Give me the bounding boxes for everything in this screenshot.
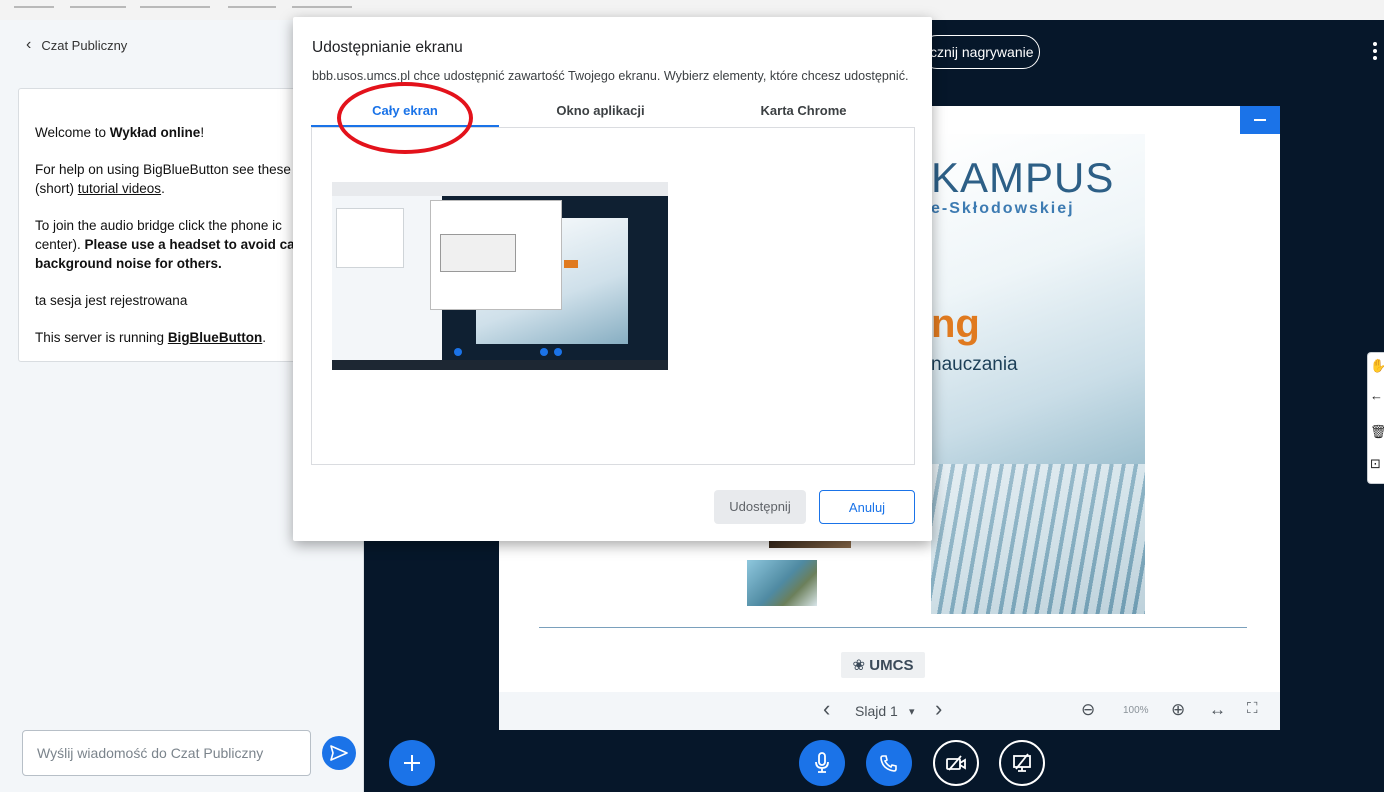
chat-title: Czat Publiczny: [41, 37, 128, 53]
annotation-circle: [337, 82, 473, 154]
slide-controls-bar: ‹ Slajd 1 ▾ › ⊖ 100% ⊕ ↔ ⛶: [499, 692, 1280, 730]
chevron-down-icon[interactable]: ▾: [909, 705, 915, 718]
umcs-logo: ❀ UMCS: [841, 652, 925, 678]
tab-application-window[interactable]: Okno aplikacji: [499, 103, 702, 118]
share-button[interactable]: Udostępnij: [714, 490, 806, 524]
zoom-in-button[interactable]: ⊕: [1171, 700, 1185, 720]
plus-icon: [404, 755, 420, 771]
fullscreen-button[interactable]: ⛶: [1247, 700, 1258, 717]
zoom-level: 100%: [1123, 705, 1149, 716]
screen-share-off-icon: [1013, 753, 1031, 772]
camera-off-icon: [946, 755, 966, 771]
prev-slide-button[interactable]: ‹: [823, 696, 830, 722]
bigbluebutton-link[interactable]: BigBlueButton: [168, 330, 262, 345]
trash-icon[interactable]: 🗑: [1370, 425, 1384, 439]
dialog-title: Udostępnianie ekranu: [312, 39, 463, 56]
slide-divider: [539, 627, 1247, 628]
tutorial-videos-link[interactable]: tutorial videos: [78, 181, 161, 196]
cancel-button[interactable]: Anuluj: [819, 490, 915, 524]
actions-button[interactable]: [389, 740, 435, 786]
chat-back-button[interactable]: ‹ Czat Publiczny: [26, 36, 127, 54]
whiteboard-toolbar: ✋ ← 🗑 ⊡: [1367, 352, 1384, 484]
phone-icon: [880, 755, 897, 772]
more-options-icon[interactable]: [1372, 42, 1378, 62]
hand-tool-icon[interactable]: ✋: [1370, 359, 1384, 373]
send-icon: [330, 745, 348, 761]
screen-preview-pane: [311, 128, 915, 465]
undo-icon[interactable]: ←: [1370, 389, 1384, 403]
leave-audio-button[interactable]: [866, 740, 912, 786]
microphone-icon: [815, 752, 829, 773]
multi-user-icon[interactable]: ⊡: [1370, 457, 1384, 471]
zoom-out-button[interactable]: ⊖: [1081, 700, 1095, 720]
fit-to-width-button[interactable]: ↔: [1209, 700, 1226, 720]
share-screen-button[interactable]: [999, 740, 1045, 786]
share-webcam-button[interactable]: [933, 740, 979, 786]
slide-selector[interactable]: Slajd 1: [855, 703, 898, 719]
dialog-subtitle: bbb.usos.umcs.pl chce udostępnić zawarto…: [312, 69, 909, 83]
screen-thumbnail[interactable]: [332, 182, 668, 370]
start-recording-button[interactable]: cznij nagrywanie: [920, 35, 1040, 69]
slide-photo: [747, 560, 817, 606]
tab-chrome-tab[interactable]: Karta Chrome: [702, 103, 905, 118]
slide-orange-text: ng: [931, 302, 980, 346]
chat-message-input[interactable]: Wyślij wiadomość do Czat Publiczny: [22, 730, 311, 776]
slide-caption: nauczania: [931, 354, 1018, 375]
chevron-left-icon: ‹: [26, 36, 32, 53]
slide-subheading: e-Skłodowskiej: [931, 200, 1075, 217]
send-button[interactable]: [322, 736, 356, 770]
mute-button[interactable]: [799, 740, 845, 786]
slide-heading: KAMPUS: [931, 154, 1115, 201]
next-slide-button[interactable]: ›: [935, 696, 942, 722]
minimize-presentation-button[interactable]: [1240, 106, 1280, 134]
